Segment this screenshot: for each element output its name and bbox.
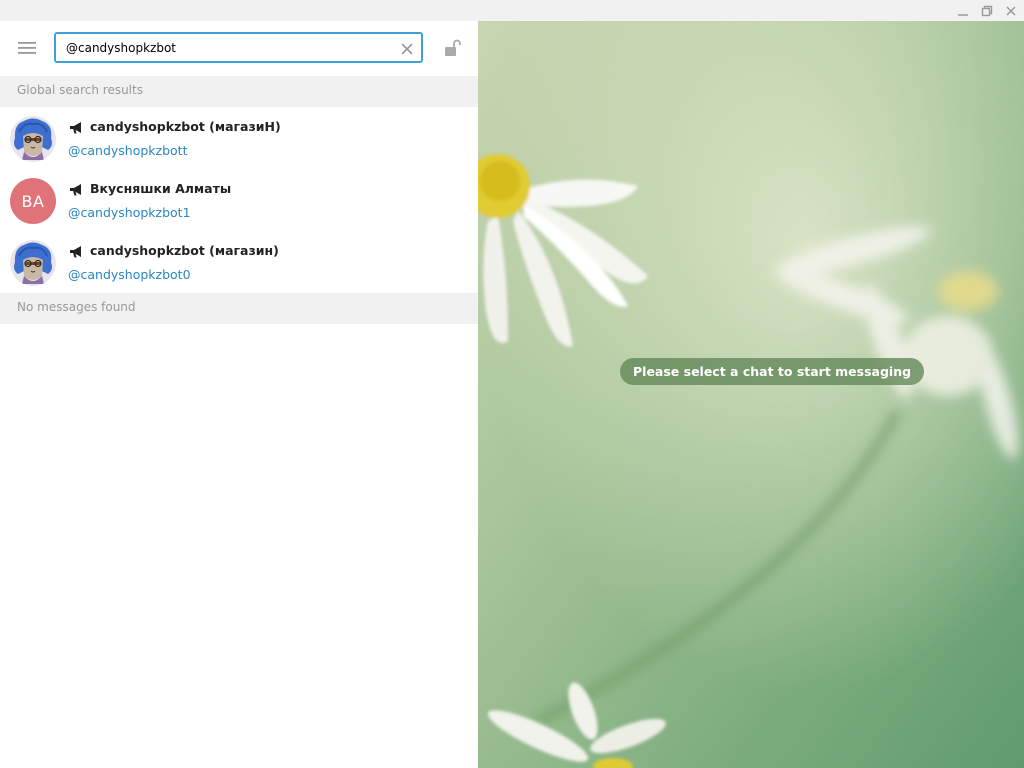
messages-search-header: No messages found bbox=[0, 293, 478, 324]
main-menu-button[interactable] bbox=[13, 37, 41, 59]
result-title: candyshopkzbot (магазин) bbox=[90, 243, 279, 258]
select-chat-hint: Please select a chat to start messaging bbox=[620, 358, 925, 385]
avatar: ВА bbox=[10, 178, 56, 224]
lion-avatar-image bbox=[10, 116, 56, 162]
minimize-icon bbox=[958, 13, 968, 16]
avatar bbox=[10, 240, 56, 286]
result-title: Вкусняшки Алматы bbox=[90, 181, 232, 196]
channel-megaphone-icon bbox=[70, 184, 81, 196]
close-icon bbox=[1006, 5, 1016, 16]
search-input[interactable] bbox=[66, 34, 386, 61]
minimize-button[interactable] bbox=[951, 0, 975, 21]
chat-area: Please select a chat to start messaging bbox=[478, 21, 1024, 768]
clear-x-icon bbox=[401, 43, 413, 55]
unlocked-lock-icon bbox=[445, 39, 461, 56]
search-clear-button[interactable] bbox=[400, 41, 414, 55]
lion-avatar-image bbox=[10, 240, 56, 286]
no-messages-label: No messages found bbox=[17, 300, 136, 314]
dialogs-sidebar: Global search results candyshopkzbot (ма… bbox=[0, 21, 478, 768]
channel-megaphone-icon bbox=[70, 246, 81, 258]
window-titlebar bbox=[0, 0, 1024, 21]
avatar bbox=[10, 116, 56, 162]
global-search-header-label: Global search results bbox=[17, 83, 143, 97]
restore-icon bbox=[981, 5, 993, 16]
result-username: @candyshopkzbot0 bbox=[68, 267, 191, 282]
result-username: @candyshopkzbot1 bbox=[68, 205, 191, 220]
result-username: @candyshopkzbott bbox=[68, 143, 188, 158]
maximize-button[interactable] bbox=[975, 0, 999, 21]
global-search-header: Global search results bbox=[0, 76, 478, 107]
search-result-item[interactable]: candyshopkzbot (магазиН) @candyshopkzbot… bbox=[0, 107, 478, 169]
result-title: candyshopkzbot (магазиН) bbox=[90, 119, 281, 134]
channel-megaphone-icon bbox=[70, 122, 81, 134]
passcode-lock-button[interactable] bbox=[444, 38, 462, 58]
search-field[interactable] bbox=[54, 32, 423, 63]
search-result-item[interactable]: candyshopkzbot (магазин) @candyshopkzbot… bbox=[0, 231, 478, 293]
hamburger-menu-icon bbox=[18, 42, 36, 54]
search-result-item[interactable]: ВА Вкусняшки Алматы @candyshopkzbot1 bbox=[0, 169, 478, 231]
close-button[interactable] bbox=[999, 0, 1023, 21]
chamomile-wallpaper bbox=[478, 21, 1024, 768]
